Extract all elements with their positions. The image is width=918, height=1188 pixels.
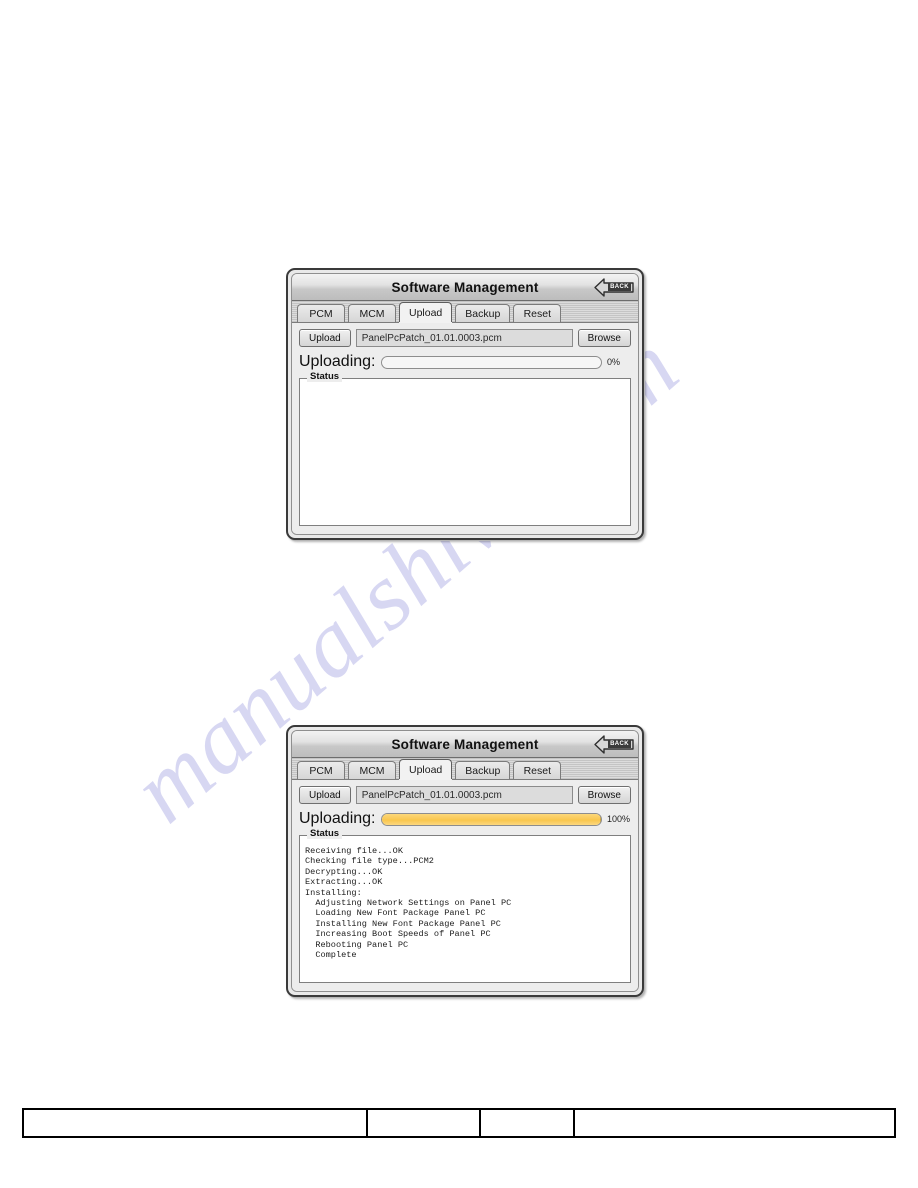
software-management-dialog-top: Software Management BACK PCM MCM Upload … — [286, 268, 644, 540]
back-button-label: BACK — [608, 740, 631, 748]
tab-label: MCM — [359, 764, 385, 777]
dialog-title: Software Management — [391, 279, 539, 295]
dialog-titlebar: Software Management BACK — [292, 731, 638, 758]
file-path-value: PanelPcPatch_01.01.0003.pcm — [361, 332, 502, 344]
file-path-field[interactable]: PanelPcPatch_01.01.0003.pcm — [355, 329, 573, 347]
footer-cell — [24, 1110, 368, 1136]
progress-label: Uploading: — [299, 810, 376, 827]
upload-progress-row: Uploading: 0% — [299, 353, 631, 371]
tab-reset[interactable]: Reset — [513, 761, 562, 779]
tab-pcm[interactable]: PCM — [297, 761, 345, 779]
tab-label: Upload — [409, 306, 443, 319]
back-button[interactable]: BACK — [594, 277, 634, 297]
status-log: Receiving file...OK Checking file type...… — [305, 846, 625, 960]
tab-label: Backup — [465, 307, 501, 320]
tab-label: Reset — [523, 307, 552, 320]
tab-label: Upload — [409, 763, 443, 776]
progress-percent-label: 100% — [607, 814, 631, 824]
status-group-box: Status — [299, 372, 631, 526]
progress-percent-label: 0% — [607, 357, 621, 367]
page-watermark: manualshive.com — [0, 0, 918, 1188]
status-log-line: Receiving file...OK — [305, 846, 403, 856]
status-legend-label: Status — [307, 829, 343, 839]
upload-button[interactable]: Upload — [299, 786, 351, 804]
upload-progress-row: Uploading: 100% — [299, 810, 631, 828]
footer-table — [22, 1108, 896, 1138]
tab-label: PCM — [309, 764, 333, 777]
progress-bar — [380, 812, 602, 826]
status-log-line: Increasing Boot Speeds of Panel PC — [305, 929, 491, 940]
dialog-body: Upload PanelPcPatch_01.01.0003.pcm Brows… — [292, 780, 638, 991]
status-group-box: Status Receiving file...OK Checking file … — [299, 829, 631, 983]
progress-label: Uploading: — [299, 353, 376, 370]
dialog-body: Upload PanelPcPatch_01.01.0003.pcm Brows… — [292, 323, 638, 534]
tab-label: MCM — [359, 307, 385, 320]
upload-button-label: Upload — [309, 789, 341, 801]
file-selection-row: Upload PanelPcPatch_01.01.0003.pcm Brows… — [299, 329, 631, 347]
tab-backup[interactable]: Backup — [455, 304, 511, 322]
footer-cell — [575, 1110, 894, 1136]
dialog-titlebar: Software Management BACK — [292, 274, 638, 301]
status-log-line: Adjusting Network Settings on Panel PC — [305, 898, 512, 909]
file-path-field[interactable]: PanelPcPatch_01.01.0003.pcm — [355, 786, 573, 804]
status-log-line: Extracting...OK — [305, 877, 383, 888]
tab-mcm[interactable]: MCM — [348, 761, 396, 779]
status-log-line: Complete — [305, 950, 357, 961]
status-log-line: Installing New Font Package Panel PC — [305, 918, 501, 929]
status-log-line: Rebooting Panel PC — [305, 939, 409, 950]
back-button-label: BACK — [608, 283, 631, 291]
browse-button-label: Browse — [587, 332, 621, 344]
tab-label: PCM — [309, 307, 333, 320]
software-management-dialog-bottom: Software Management BACK PCM MCM Upload … — [286, 725, 644, 997]
status-log-line: Checking file type...PCM2 — [305, 856, 434, 867]
progress-bar-fill — [381, 813, 601, 825]
tab-backup[interactable]: Backup — [455, 761, 511, 779]
tab-upload[interactable]: Upload — [399, 302, 453, 322]
upload-button[interactable]: Upload — [299, 329, 351, 347]
footer-cell — [368, 1110, 481, 1136]
tab-label: Backup — [465, 764, 501, 777]
tab-upload[interactable]: Upload — [399, 759, 453, 779]
file-path-value: PanelPcPatch_01.01.0003.pcm — [361, 789, 502, 801]
footer-cell — [481, 1110, 575, 1136]
tab-label: Reset — [523, 764, 552, 777]
back-button[interactable]: BACK — [594, 734, 634, 754]
tab-strip: PCM MCM Upload Backup Reset — [292, 758, 638, 780]
browse-button[interactable]: Browse — [577, 786, 631, 804]
file-selection-row: Upload PanelPcPatch_01.01.0003.pcm Brows… — [299, 786, 631, 804]
status-log-line: Decrypting...OK — [305, 866, 383, 877]
browse-button[interactable]: Browse — [577, 329, 631, 347]
status-log-line: Installing: — [305, 887, 362, 898]
dialog-inner-frame: Software Management BACK PCM MCM Upload … — [291, 273, 639, 535]
dialog-inner-frame: Software Management BACK PCM MCM Upload … — [291, 730, 639, 992]
dialog-title: Software Management — [391, 736, 539, 752]
browse-button-label: Browse — [587, 789, 621, 801]
upload-button-label: Upload — [309, 332, 341, 344]
tab-mcm[interactable]: MCM — [348, 304, 396, 322]
tab-reset[interactable]: Reset — [513, 304, 562, 322]
progress-bar — [380, 355, 602, 369]
status-log-line: Loading New Font Package Panel PC — [305, 908, 486, 919]
tab-strip: PCM MCM Upload Backup Reset — [292, 301, 638, 323]
tab-pcm[interactable]: PCM — [297, 304, 345, 322]
status-legend-label: Status — [307, 372, 343, 382]
